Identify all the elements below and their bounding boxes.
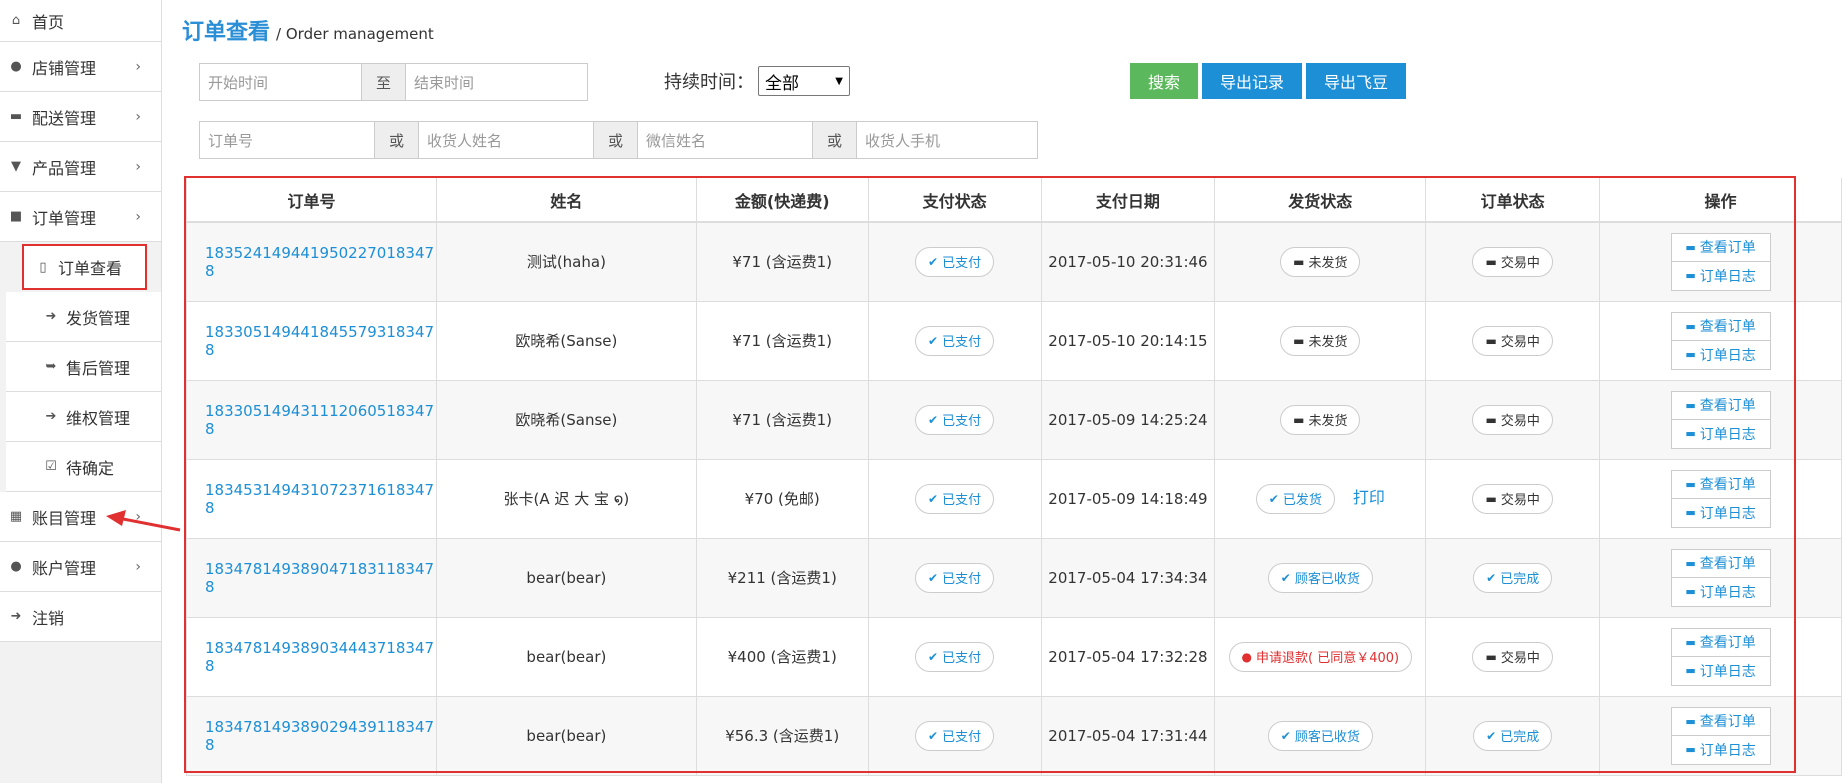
sidebar-subitem-4[interactable]: ☑ 待确定 xyxy=(6,442,161,492)
search-button[interactable]: 搜索 xyxy=(1130,63,1199,99)
sidebar-item-label: 配送管理 xyxy=(32,108,97,128)
sidebar: ⌂ 首页 ● 店铺管理 › ▬ 配送管理 › ▼ 产品管理 › ■ 订单管理 › ▯ 订单查看 ➜ 发货管理 ➥ 售后… xyxy=(0,0,162,783)
logout-icon: ➜ xyxy=(10,609,22,624)
or-label: 或 xyxy=(813,121,857,159)
forward-icon: ➔ xyxy=(45,409,57,424)
briefcase-icon: ■ xyxy=(9,209,23,224)
end-time-input[interactable]: 结束时间 xyxy=(405,63,589,101)
reply-icon: ➥ xyxy=(45,359,57,374)
user-icon: ● xyxy=(10,559,22,574)
to-label: 至 xyxy=(362,63,406,101)
action-buttons: 搜索 导出记录 导出飞豆 xyxy=(1130,63,1410,99)
sidebar-subitem-0[interactable]: ▯ 订单查看 xyxy=(22,244,147,290)
export-icon: ➜ xyxy=(45,309,57,324)
sidebar-item-0[interactable]: ⌂ 首页 xyxy=(0,0,161,42)
sidebar-subitem-3[interactable]: ➔ 维权管理 xyxy=(6,392,161,442)
table-icon: ▦ xyxy=(9,509,23,524)
sidebar-subitem-2[interactable]: ➥ 售后管理 xyxy=(6,342,161,392)
page-subtitle: / Order management xyxy=(276,25,434,43)
document-icon: ▯ xyxy=(39,259,47,275)
sidebar-item-label: 账目管理 xyxy=(32,508,97,528)
sidebar-item-label: 订单管理 xyxy=(32,208,97,228)
receiver-name-input[interactable]: 收货人姓名 xyxy=(418,121,595,159)
cart-icon: ▼ xyxy=(11,159,21,174)
date-filter-row: 开始时间 至 结束时间 xyxy=(199,63,589,101)
annotation-arrow xyxy=(106,510,181,532)
duration-filter: 持续时间： 全部 ▼ xyxy=(664,65,850,97)
chevron-right-icon: › xyxy=(135,108,141,125)
table-highlight-frame xyxy=(184,176,1796,773)
chevron-right-icon: › xyxy=(135,208,141,225)
or-label: 或 xyxy=(375,121,419,159)
sidebar-item-label: 订单查看 xyxy=(58,259,123,278)
sidebar-item-label: 注销 xyxy=(32,608,65,628)
duration-select[interactable]: 全部 ▼ xyxy=(758,66,850,96)
receiver-phone-input[interactable]: 收货人手机 xyxy=(856,121,1039,159)
chevron-right-icon: › xyxy=(135,58,141,75)
export-feidou-button[interactable]: 导出飞豆 xyxy=(1306,63,1407,99)
sidebar-subitem-1[interactable]: ➜ 发货管理 xyxy=(6,292,161,342)
duration-label: 持续时间： xyxy=(664,72,754,93)
sidebar-item-label: 产品管理 xyxy=(32,158,97,178)
sidebar-item-1[interactable]: ● 店铺管理 › xyxy=(0,42,161,92)
sidebar-item-label: 售后管理 xyxy=(66,358,131,378)
sidebar-item-label: 维权管理 xyxy=(66,408,131,428)
start-time-input[interactable]: 开始时间 xyxy=(199,63,362,101)
sidebar-item-after-1[interactable]: ● 账户管理 › xyxy=(0,542,161,592)
order-number-input[interactable]: 订单号 xyxy=(199,121,375,159)
sidebar-item-label: 账户管理 xyxy=(32,558,97,578)
page-header: 订单查看 / Order management xyxy=(182,14,434,46)
user-icon: ● xyxy=(10,59,22,74)
page-title: 订单查看 xyxy=(182,20,271,45)
export-records-button[interactable]: 导出记录 xyxy=(1202,63,1303,99)
wechat-name-input[interactable]: 微信姓名 xyxy=(637,121,814,159)
sidebar-item-label: 店铺管理 xyxy=(32,58,97,78)
sidebar-item-4[interactable]: ■ 订单管理 › xyxy=(0,192,161,242)
sidebar-item-label: 发货管理 xyxy=(66,308,131,328)
caret-down-icon: ▼ xyxy=(835,75,843,87)
home-icon: ⌂ xyxy=(11,13,21,28)
sidebar-item-2[interactable]: ▬ 配送管理 › xyxy=(0,92,161,142)
truck-icon: ▬ xyxy=(9,109,23,124)
sidebar-item-label: 首页 xyxy=(32,12,65,32)
search-filter-row: 订单号 或 收货人姓名 或 微信姓名 或 收货人手机 xyxy=(199,121,1039,159)
or-label: 或 xyxy=(594,121,638,159)
chevron-right-icon: › xyxy=(135,158,141,175)
check-square-icon: ☑ xyxy=(45,459,57,474)
sidebar-item-after-2[interactable]: ➜ 注销 xyxy=(0,592,161,642)
sidebar-item-3[interactable]: ▼ 产品管理 › xyxy=(0,142,161,192)
chevron-right-icon: › xyxy=(135,558,141,575)
sidebar-item-label: 待确定 xyxy=(66,458,115,478)
